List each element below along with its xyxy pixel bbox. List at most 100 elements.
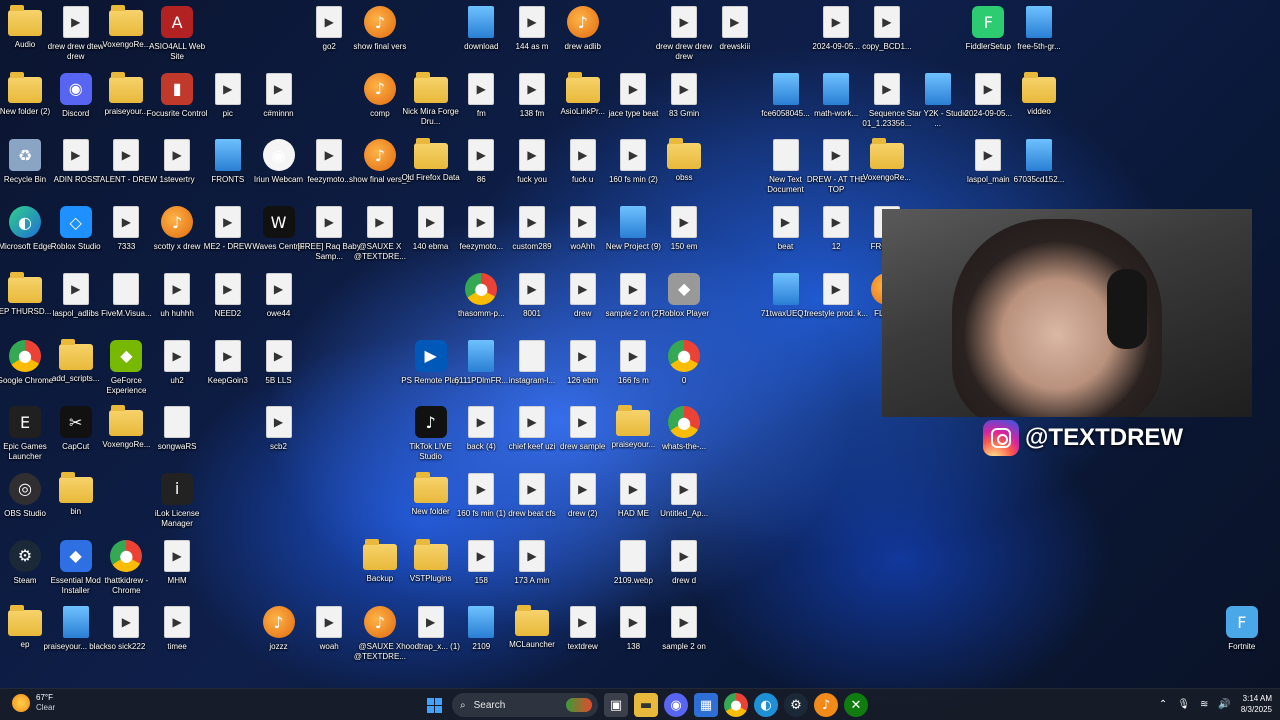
- desktop-icon[interactable]: A ASIO4ALL Web Site: [146, 2, 208, 66]
- desktop-icon[interactable]: bin: [45, 469, 107, 533]
- desktop-icon-label: VoxengoRe...: [862, 173, 911, 183]
- file-icon: ▶: [113, 606, 140, 639]
- desktop-icon-label: 67035cd152...: [1013, 175, 1065, 185]
- desktop-icon[interactable]: ▶ 5B LLS: [248, 336, 310, 400]
- desktop-icon-label: free-5th-gr...: [1017, 42, 1061, 51]
- file-icon: ▶: [62, 139, 89, 172]
- file-icon: ▶: [265, 339, 292, 372]
- folder-icon: [515, 605, 549, 637]
- desktop-icon-label: MHM: [167, 575, 187, 585]
- file-icon: ▶: [721, 6, 748, 38]
- text-file-icon: [772, 139, 799, 172]
- desktop-icon[interactable]: ▶ MHM: [146, 536, 208, 600]
- store-icon[interactable]: ▦: [694, 693, 718, 717]
- text-file-icon: [519, 339, 545, 372]
- desktop-icon[interactable]: ♪ show final vers: [349, 2, 411, 66]
- clock-date: 8/3/2025: [1240, 705, 1272, 714]
- file-icon: ▶: [975, 72, 1002, 105]
- file-icon: ▶: [569, 139, 596, 172]
- desktop-icon[interactable]: ▶ 150 em: [653, 202, 715, 266]
- desktop-icon[interactable]: ▶ scb2: [248, 402, 310, 466]
- desktop-icon[interactable]: viddeo: [1008, 69, 1070, 133]
- file-icon: ▶: [265, 406, 292, 439]
- taskbar: 67°F Clear ⌕ Search ▣ ▬ ◉ ▦ ● ◐ ⚙ ♪ ✕ ⌃ …: [0, 688, 1280, 720]
- file-icon: ▶: [519, 139, 545, 172]
- discord-icon: ◉: [59, 72, 92, 105]
- desktop-icon[interactable]: ▶ owe44: [248, 269, 310, 333]
- fl-studio-icon: ♪: [363, 139, 396, 172]
- file-icon: ▶: [113, 139, 140, 172]
- start-button[interactable]: [422, 693, 446, 717]
- desktop-icon[interactable]: ♪ drew adlib: [552, 2, 614, 66]
- capcut-icon: ✂: [59, 406, 92, 439]
- desktop-icon[interactable]: ● 0: [653, 336, 715, 400]
- file-icon: ▶: [316, 6, 343, 38]
- weather-widget[interactable]: 67°F Clear: [12, 693, 55, 713]
- file-icon: ▶: [265, 272, 292, 305]
- image-file-icon: [772, 72, 799, 105]
- desktop-icon[interactable]: ▶ sample 2 on: [653, 602, 715, 666]
- desktop-icon-label: c#minnn: [263, 108, 294, 118]
- chevron-up-icon[interactable]: ⌃: [1159, 699, 1167, 710]
- desktop-icon[interactable]: ▶ c#minnn: [248, 69, 310, 133]
- fl-studio-taskbar-icon[interactable]: ♪: [814, 693, 838, 717]
- desktop-icon[interactable]: ▶ copy_BCD1...: [856, 2, 918, 66]
- file-explorer-icon[interactable]: ▬: [634, 693, 658, 717]
- clock[interactable]: 3:14 AM 8/3/2025: [1241, 693, 1272, 715]
- desktop-icon[interactable]: VoxengoRe...: [856, 135, 918, 199]
- desktop-icon[interactable]: ▶ timee: [146, 602, 208, 666]
- image-file-icon: [214, 139, 241, 172]
- desktop-icon-label: 0: [681, 375, 687, 385]
- desktop-icon[interactable]: 67035cd152...: [1008, 135, 1070, 199]
- desktop-icon[interactable]: ▶ 173 A min: [501, 536, 563, 600]
- discord-taskbar-icon[interactable]: ◉: [664, 693, 688, 717]
- search-icon: ⌕: [460, 699, 466, 711]
- file-icon: ▶: [975, 139, 1002, 172]
- xbox-taskbar-icon[interactable]: ✕: [844, 693, 868, 717]
- steam-taskbar-icon[interactable]: ⚙: [784, 693, 808, 717]
- waves-icon: W: [262, 206, 295, 239]
- file-icon: ▶: [671, 206, 698, 239]
- folder-icon: [413, 471, 448, 503]
- volume-icon[interactable]: 🔊: [1218, 699, 1230, 710]
- desktop-icon[interactable]: ▶ drew d: [653, 536, 715, 600]
- taskbar-search[interactable]: ⌕ Search: [452, 693, 598, 717]
- desktop-icon[interactable]: F Fortnite: [1211, 602, 1273, 666]
- file-icon: ▶: [468, 472, 495, 505]
- fortnite-icon: F: [1225, 606, 1258, 639]
- desktop-icon[interactable]: ◆ Roblox Player: [653, 269, 715, 333]
- desktop-icon[interactable]: songwaRS: [146, 402, 208, 466]
- ilok-icon: i: [161, 472, 194, 505]
- file-icon: ▶: [519, 472, 545, 505]
- file-icon: ▶: [620, 606, 647, 639]
- folder-icon: [58, 338, 93, 370]
- file-icon: ▶: [316, 606, 343, 639]
- task-view-icon[interactable]: ▣: [604, 693, 628, 717]
- file-icon: ▶: [417, 606, 444, 639]
- desktop-icon[interactable]: i iLok License Manager: [146, 469, 208, 533]
- chrome-taskbar-icon[interactable]: ●: [724, 693, 748, 717]
- desktop-icon[interactable]: obss: [653, 135, 715, 199]
- folder-icon: [413, 538, 448, 570]
- microphone-icon[interactable]: 🎙: [1177, 699, 1190, 710]
- focusrite-icon: ▮: [161, 72, 194, 105]
- desktop-icon-label: songwaRS: [157, 442, 197, 452]
- desktop-icon[interactable]: ▶ Untitled_Ap...: [653, 469, 715, 533]
- folder-icon: [413, 71, 448, 103]
- file-icon: ▶: [823, 206, 850, 239]
- desktop-icon-label: owe44: [266, 308, 291, 318]
- edge-taskbar-icon[interactable]: ◐: [754, 693, 778, 717]
- desktop-icon-label: copy_BCD1...: [862, 42, 912, 51]
- desktop-icon[interactable]: ▶ drewskiii: [704, 2, 766, 66]
- desktop-icon[interactable]: ● whats-the-...: [653, 402, 715, 466]
- file-icon: ▶: [164, 339, 191, 372]
- desktop-icon[interactable]: free-5th-gr...: [1008, 2, 1070, 66]
- wifi-icon[interactable]: ≋: [1200, 699, 1208, 710]
- folder-icon: [667, 138, 702, 170]
- file-icon: ▶: [823, 272, 850, 305]
- weather-desc: Clear: [36, 703, 56, 712]
- desktop-icon[interactable]: ▶ 83 Gmin: [653, 69, 715, 133]
- clock-time: 3:14 AM: [1242, 694, 1272, 703]
- instagram-icon: [983, 420, 1019, 456]
- chrome-icon: ●: [668, 339, 701, 372]
